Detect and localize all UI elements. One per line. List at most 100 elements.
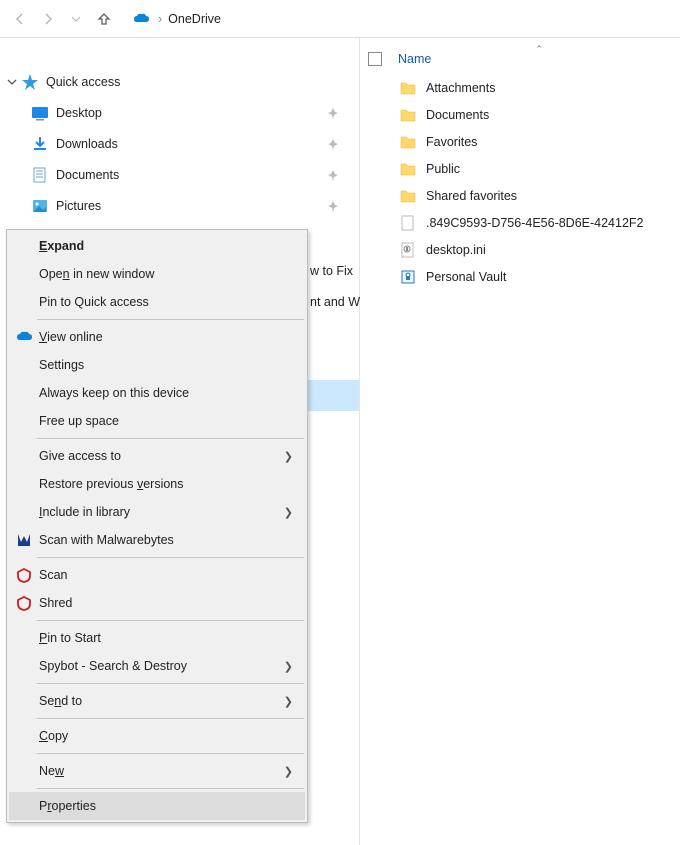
breadcrumb[interactable]: › OneDrive bbox=[126, 6, 674, 32]
menu-item[interactable]: Spybot - Search & Destroy❯ bbox=[9, 652, 305, 680]
menu-label: Scan with Malwarebytes bbox=[39, 533, 174, 547]
tree-label-fragment: w to Fix bbox=[310, 256, 353, 287]
submenu-arrow-icon: ❯ bbox=[284, 765, 293, 778]
tree-label-fragment: nt and W bbox=[310, 287, 360, 318]
file-icon bbox=[398, 213, 418, 233]
file-label: Documents bbox=[426, 108, 489, 122]
file-row[interactable]: Public bbox=[360, 155, 680, 182]
pictures-icon bbox=[30, 196, 50, 216]
menu-label: Open in new window bbox=[39, 267, 154, 281]
menu-label: Copy bbox=[39, 729, 68, 743]
pin-icon bbox=[321, 200, 345, 212]
tree-item-pictures[interactable]: Pictures bbox=[0, 190, 359, 221]
select-all-checkbox[interactable] bbox=[368, 52, 382, 66]
submenu-arrow-icon: ❯ bbox=[284, 695, 293, 708]
pin-icon bbox=[321, 107, 345, 119]
file-row[interactable]: Documents bbox=[360, 101, 680, 128]
menu-item[interactable]: View online bbox=[9, 323, 305, 351]
file-row[interactable]: Attachments bbox=[360, 74, 680, 101]
menu-item[interactable]: Restore previous versions bbox=[9, 470, 305, 498]
file-label: Attachments bbox=[426, 81, 495, 95]
menu-separator bbox=[37, 718, 304, 719]
menu-label: Send to bbox=[39, 694, 82, 708]
menu-item[interactable]: Always keep on this device bbox=[9, 379, 305, 407]
tree-partial-row[interactable]: w to Fix bbox=[308, 256, 359, 287]
menu-item[interactable]: Expand bbox=[9, 232, 305, 260]
menu-item[interactable]: New❯ bbox=[9, 757, 305, 785]
forward-button[interactable] bbox=[34, 5, 62, 33]
menu-separator bbox=[37, 788, 304, 789]
column-name[interactable]: ⌃ Name bbox=[398, 52, 680, 66]
tree-selected-row[interactable] bbox=[308, 380, 359, 411]
menu-item[interactable]: Settings bbox=[9, 351, 305, 379]
menu-separator bbox=[37, 557, 304, 558]
file-label: .849C9593-D756-4E56-8D6E-42412F2 bbox=[426, 216, 644, 230]
file-row[interactable]: Personal Vault bbox=[360, 263, 680, 290]
column-label: Name bbox=[398, 52, 431, 66]
downloads-icon bbox=[30, 134, 50, 154]
menu-separator bbox=[37, 438, 304, 439]
menu-label: Settings bbox=[39, 358, 84, 372]
tree-label: Quick access bbox=[46, 75, 359, 89]
tree-partial-row[interactable]: nt and W bbox=[308, 287, 359, 318]
menu-item[interactable]: Scan with Malwarebytes bbox=[9, 526, 305, 554]
menu-item[interactable]: Properties bbox=[9, 792, 305, 820]
menu-separator bbox=[37, 753, 304, 754]
menu-label: Always keep on this device bbox=[39, 386, 189, 400]
address-toolbar: › OneDrive bbox=[0, 0, 680, 38]
menu-separator bbox=[37, 319, 304, 320]
menu-label: Spybot - Search & Destroy bbox=[39, 659, 187, 673]
file-row[interactable]: Shared favorites bbox=[360, 182, 680, 209]
menu-item[interactable]: Send to ❯ bbox=[9, 687, 305, 715]
breadcrumb-location[interactable]: OneDrive bbox=[168, 12, 221, 26]
menu-label: Expand bbox=[39, 239, 84, 253]
menu-item[interactable]: Open in new window bbox=[9, 260, 305, 288]
menu-item[interactable]: Include in library ❯ bbox=[9, 498, 305, 526]
folder-icon bbox=[398, 78, 418, 98]
column-header-row: ⌃ Name bbox=[360, 44, 680, 74]
sort-indicator-icon: ⌃ bbox=[535, 44, 543, 55]
submenu-arrow-icon: ❯ bbox=[284, 450, 293, 463]
recent-dropdown[interactable] bbox=[62, 5, 90, 33]
mcafee-icon bbox=[15, 566, 33, 584]
pin-icon bbox=[321, 169, 345, 181]
menu-item[interactable]: Copy bbox=[9, 722, 305, 750]
file-row[interactable]: desktop.ini bbox=[360, 236, 680, 263]
menu-label: Free up space bbox=[39, 414, 119, 428]
tree-label: Downloads bbox=[56, 137, 321, 151]
menu-item[interactable]: Pin to Quick access bbox=[9, 288, 305, 316]
file-label: desktop.ini bbox=[426, 243, 486, 257]
folder-icon bbox=[398, 186, 418, 206]
tree-quick-access[interactable]: Quick access bbox=[0, 66, 359, 97]
ini-icon bbox=[398, 240, 418, 260]
quick-access-icon bbox=[20, 72, 40, 92]
file-label: Shared favorites bbox=[426, 189, 517, 203]
vault-icon bbox=[398, 267, 418, 287]
menu-item[interactable]: Pin to Start bbox=[9, 624, 305, 652]
chevron-down-icon[interactable] bbox=[4, 66, 20, 97]
menu-label: Shred bbox=[39, 596, 72, 610]
folder-icon bbox=[398, 105, 418, 125]
file-row[interactable]: .849C9593-D756-4E56-8D6E-42412F2 bbox=[360, 209, 680, 236]
tree-item-desktop[interactable]: Desktop bbox=[0, 97, 359, 128]
tree-item-downloads[interactable]: Downloads bbox=[0, 128, 359, 159]
menu-item[interactable]: Shred bbox=[9, 589, 305, 617]
menu-separator bbox=[37, 683, 304, 684]
file-row[interactable]: Favorites bbox=[360, 128, 680, 155]
back-button[interactable] bbox=[6, 5, 34, 33]
submenu-arrow-icon: ❯ bbox=[284, 506, 293, 519]
tree-partial-rows: w to Fix nt and W bbox=[308, 256, 359, 411]
menu-label: Include in library bbox=[39, 505, 130, 519]
menu-separator bbox=[37, 620, 304, 621]
menu-item[interactable]: Give access to ❯ bbox=[9, 442, 305, 470]
menu-label: Give access to bbox=[39, 449, 121, 463]
menu-label: Restore previous versions bbox=[39, 477, 184, 491]
menu-item[interactable]: Free up space bbox=[9, 407, 305, 435]
breadcrumb-separator: › bbox=[158, 12, 162, 26]
pin-icon bbox=[321, 138, 345, 150]
context-menu: Expand Open in new window Pin to Quick acc… bbox=[6, 229, 308, 823]
up-button[interactable] bbox=[90, 5, 118, 33]
file-label: Favorites bbox=[426, 135, 477, 149]
tree-item-documents[interactable]: Documents bbox=[0, 159, 359, 190]
menu-item[interactable]: Scan bbox=[9, 561, 305, 589]
